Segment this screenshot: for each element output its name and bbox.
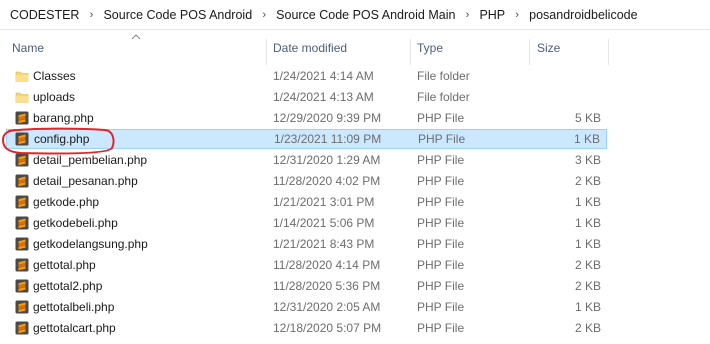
file-row[interactable]: getkodebeli.php 1/14/2021 5:06 PM PHP File…: [6, 213, 607, 233]
file-row[interactable]: gettotal2.php 11/28/2020 5:36 PM PHP File 2…: [6, 276, 607, 296]
sublime-file-icon: [15, 132, 29, 146]
sublime-file-icon: [15, 153, 29, 167]
sublime-file-icon: [15, 258, 29, 272]
sublime-file-icon: [15, 300, 29, 314]
breadcrumb-item-source-code-pos-android-main[interactable]: Source Code POS Android Main: [274, 8, 457, 22]
file-date-modified: 12/31/2020 1:29 AM: [273, 153, 381, 167]
file-type: PHP File: [417, 153, 465, 167]
file-size: 1 KB: [574, 195, 601, 209]
file-size: 2 KB: [574, 258, 601, 272]
file-type: PHP File: [417, 111, 465, 125]
file-row[interactable]: detail_pesanan.php 11/28/2020 4:02 PM PHP …: [6, 171, 607, 191]
file-size: 2 KB: [574, 174, 601, 188]
chevron-right-icon[interactable]: ›: [254, 9, 274, 21]
file-date-modified: 1/21/2021 8:43 PM: [273, 237, 375, 251]
file-row[interactable]: getkodelangsung.php 1/21/2021 8:43 PM PHP …: [6, 234, 607, 254]
breadcrumb: CODESTER › Source Code POS Android › Sou…: [0, 0, 710, 30]
column-header-date-modified[interactable]: Date modified: [273, 31, 409, 65]
column-header-type[interactable]: Type: [417, 31, 527, 65]
file-name: gettotalbeli.php: [33, 300, 115, 314]
file-size: 1 KB: [574, 300, 601, 314]
file-type: PHP File: [417, 237, 465, 251]
sublime-file-icon: [15, 279, 29, 293]
file-type: PHP File: [417, 279, 465, 293]
column-divider[interactable]: [608, 39, 609, 65]
folder-icon: [15, 71, 29, 82]
file-row[interactable]: uploads 1/24/2021 4:13 AM File folder: [6, 87, 607, 107]
file-type: PHP File: [417, 258, 465, 272]
file-date-modified: 12/29/2020 9:39 PM: [273, 111, 382, 125]
file-type: PHP File: [417, 174, 465, 188]
sublime-file-icon: [15, 111, 29, 125]
folder-icon: [15, 92, 29, 103]
file-row[interactable]: detail_pembelian.php 12/31/2020 1:29 AM PH…: [6, 150, 607, 170]
file-row[interactable]: gettotalcart.php 12/18/2020 5:07 PM PHP Fi…: [6, 318, 607, 338]
file-type: PHP File: [417, 216, 465, 230]
file-date-modified: 11/28/2020 5:36 PM: [273, 279, 381, 293]
breadcrumb-item-posandroidbelicode[interactable]: posandroidbelicode: [527, 8, 639, 22]
sublime-file-icon: [15, 195, 29, 209]
file-date-modified: 11/28/2020 4:02 PM: [273, 174, 381, 188]
sublime-file-icon: [15, 216, 29, 230]
file-name: getkode.php: [33, 195, 100, 209]
file-row[interactable]: gettotalbeli.php 12/31/2020 2:05 AM PHP Fi…: [6, 297, 607, 317]
sublime-file-icon: [15, 237, 29, 251]
file-row[interactable]: barang.php 12/29/2020 9:39 PM PHP File 5 KB: [6, 108, 607, 128]
column-header-size[interactable]: Size: [537, 31, 607, 65]
file-type: File folder: [417, 69, 470, 83]
file-name: getkodelangsung.php: [33, 237, 148, 251]
file-date-modified: 1/21/2021 3:01 PM: [273, 195, 375, 209]
column-divider[interactable]: [266, 39, 267, 65]
breadcrumb-item-source-code-pos-android[interactable]: Source Code POS Android: [101, 8, 254, 22]
file-type: PHP File: [417, 300, 465, 314]
file-name: uploads: [33, 90, 76, 104]
file-size: 2 KB: [574, 279, 601, 293]
file-date-modified: 12/31/2020 2:05 AM: [273, 300, 381, 314]
file-size: 5 KB: [574, 111, 601, 125]
file-explorer-window: CODESTER › Source Code POS Android › Sou…: [0, 0, 710, 344]
file-size: 3 KB: [574, 153, 601, 167]
file-date-modified: 1/14/2021 5:06 PM: [273, 216, 375, 230]
file-name: barang.php: [33, 111, 94, 125]
file-date-modified: 11/28/2020 4:14 PM: [273, 258, 381, 272]
file-row-selected[interactable]: config.php 1/23/2021 11:09 PM PHP File 1 KB: [6, 129, 607, 149]
file-date-modified: 1/23/2021 11:09 PM: [274, 132, 382, 146]
file-name: getkodebeli.php: [33, 216, 118, 230]
file-type: PHP File: [418, 132, 466, 146]
file-name: Classes: [33, 69, 76, 83]
file-size: 1 KB: [574, 216, 601, 230]
file-type: File folder: [417, 90, 470, 104]
sublime-file-icon: [15, 321, 29, 335]
file-size: 1 KB: [573, 132, 600, 146]
column-divider[interactable]: [529, 39, 530, 65]
file-name: detail_pesanan.php: [33, 174, 138, 188]
file-name: config.php: [34, 132, 90, 146]
breadcrumb-item-codester[interactable]: CODESTER: [8, 8, 81, 22]
file-type: PHP File: [417, 195, 465, 209]
file-date-modified: 1/24/2021 4:13 AM: [273, 90, 374, 104]
chevron-right-icon[interactable]: ›: [81, 9, 101, 21]
file-name: gettotal.php: [33, 258, 96, 272]
column-divider[interactable]: [410, 39, 411, 65]
chevron-right-icon[interactable]: ›: [507, 9, 527, 21]
file-size: 2 KB: [574, 321, 601, 335]
column-header-row: Name Date modified Type Size: [0, 31, 710, 65]
file-row[interactable]: gettotal.php 11/28/2020 4:14 PM PHP File 2 …: [6, 255, 607, 275]
file-row[interactable]: getkode.php 1/21/2021 3:01 PM PHP File 1 KB: [6, 192, 607, 212]
file-date-modified: 1/24/2021 4:14 AM: [273, 69, 374, 83]
file-type: PHP File: [417, 321, 465, 335]
file-name: gettotal2.php: [33, 279, 103, 293]
sort-ascending-icon: [131, 34, 141, 40]
sublime-file-icon: [15, 174, 29, 188]
file-row[interactable]: Classes 1/24/2021 4:14 AM File folder: [6, 66, 607, 86]
breadcrumb-item-php[interactable]: PHP: [477, 8, 507, 22]
file-name: detail_pembelian.php: [33, 153, 148, 167]
file-size: 1 KB: [574, 237, 601, 251]
file-date-modified: 12/18/2020 5:07 PM: [273, 321, 382, 335]
chevron-right-icon[interactable]: ›: [457, 9, 477, 21]
file-name: gettotalcart.php: [33, 321, 116, 335]
